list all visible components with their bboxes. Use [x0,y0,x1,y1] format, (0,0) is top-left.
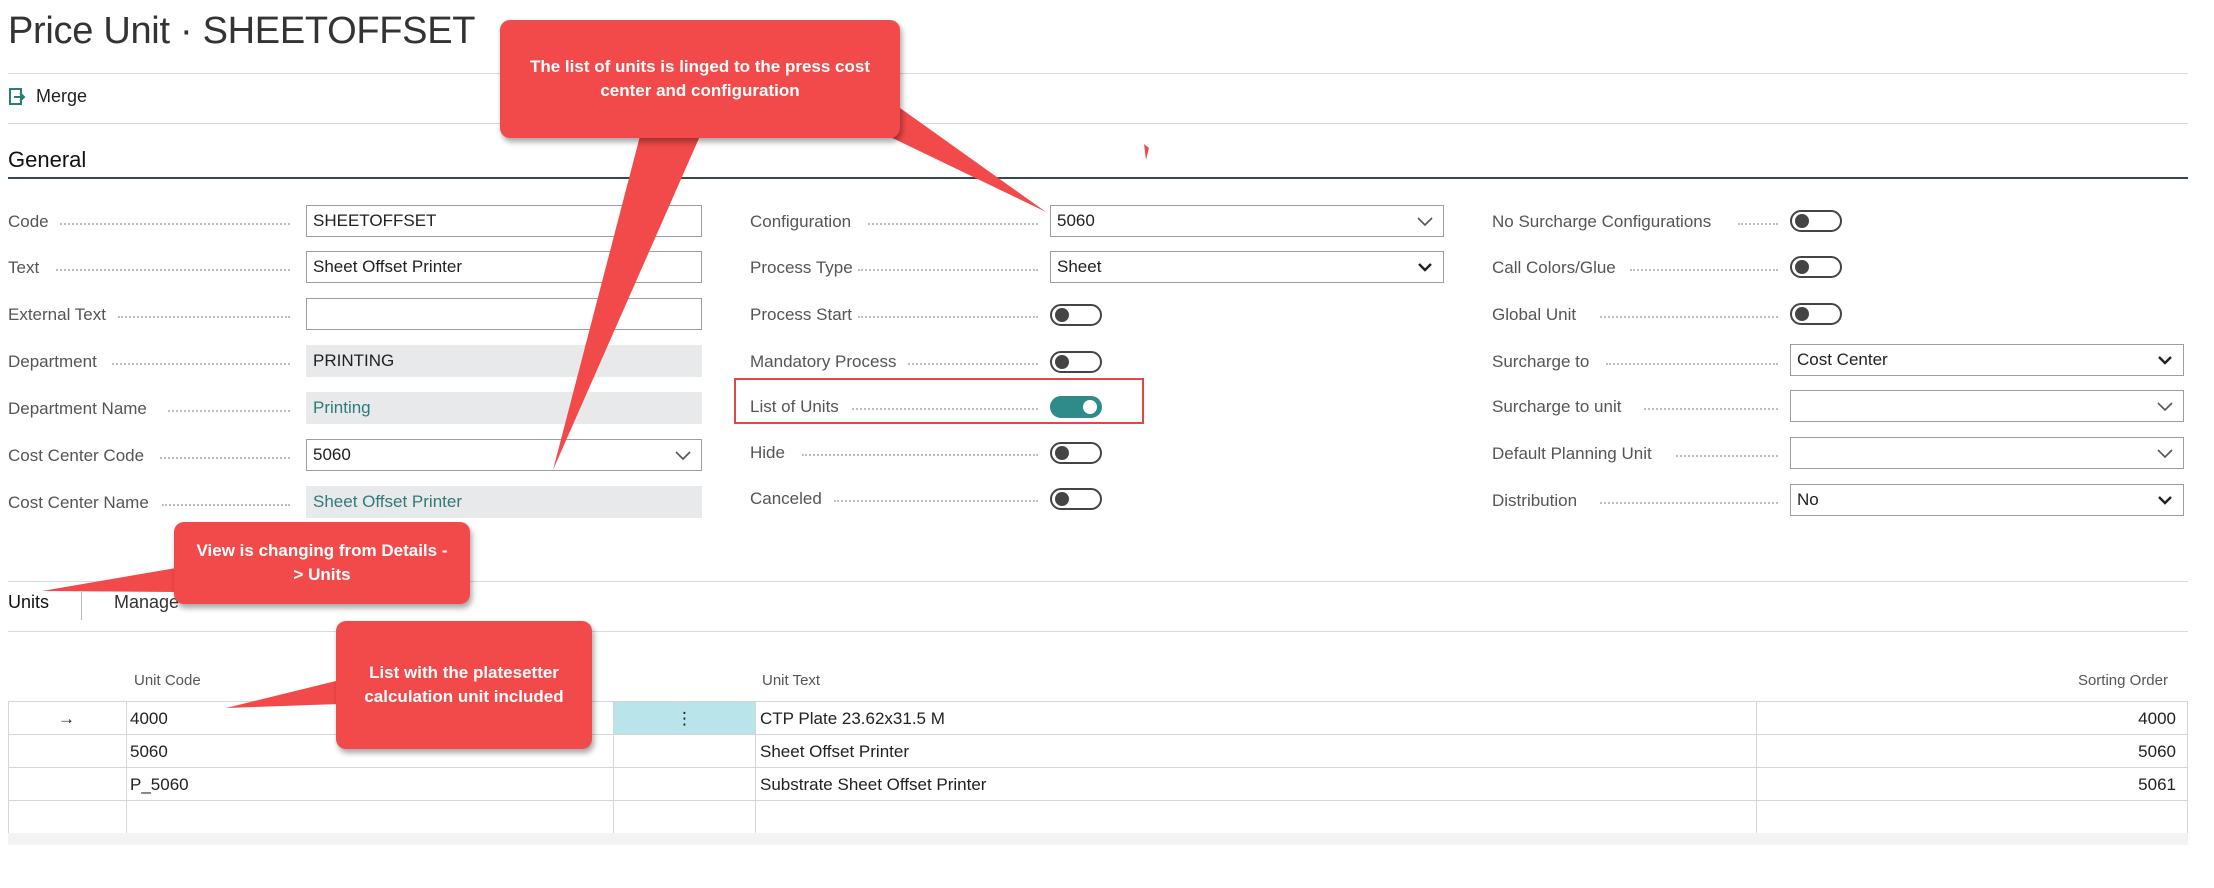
callout-unit-list: List with the platesetter calculation un… [336,621,592,749]
callout-pointer-list [226,680,340,708]
callout-pointer-top-right [880,108,1046,212]
callout-top: The list of units is linged to the press… [500,20,900,138]
callout-pointer-view [42,568,176,592]
stray-mark [1144,144,1149,160]
callout-view-change: View is changing from Details -> Units [174,522,470,604]
callout-pointers [42,108,1149,708]
callout-pointer-top-left [553,136,700,470]
